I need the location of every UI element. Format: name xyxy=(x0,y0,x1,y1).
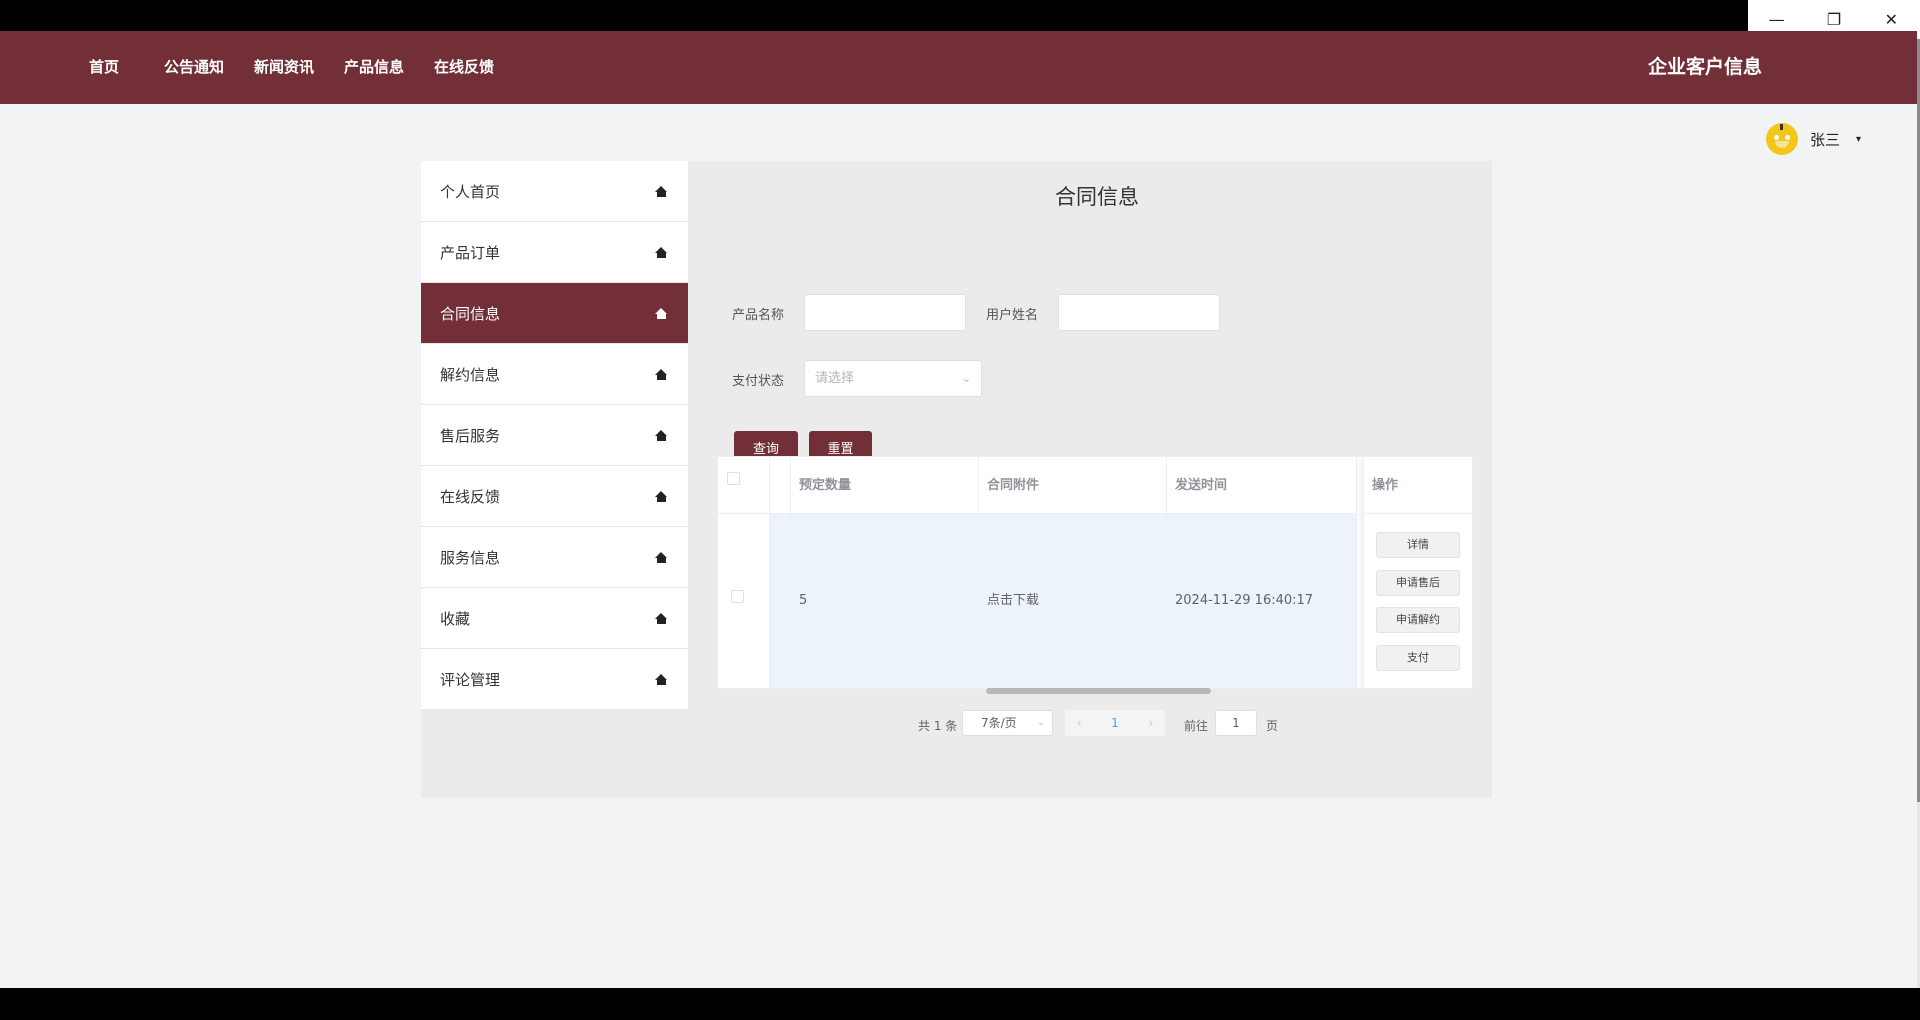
home-icon xyxy=(655,429,668,441)
request-after-sales-button[interactable]: 申请售后 xyxy=(1376,570,1460,596)
attachment-download-link[interactable]: 点击下载 xyxy=(979,514,1167,688)
sidebar-item-label: 产品订单 xyxy=(440,243,501,262)
product-name-label: 产品名称 xyxy=(732,308,785,323)
chevron-down-icon[interactable]: ▾ xyxy=(1856,134,1861,145)
prev-page-button[interactable]: ‹ xyxy=(1065,710,1093,736)
page-number-1[interactable]: 1 xyxy=(1093,710,1137,736)
home-icon xyxy=(655,307,668,319)
column-header-actions: 操作 xyxy=(1364,457,1472,514)
sidebar-item-service-info[interactable]: 服务信息 xyxy=(421,527,688,588)
pay-status-placeholder: 请选择 xyxy=(815,371,855,386)
sidebar-item-label: 在线反馈 xyxy=(440,487,501,506)
pay-status-select[interactable]: 请选择 ⌄ xyxy=(804,360,982,397)
user-name: 张三 xyxy=(1810,130,1841,149)
home-icon xyxy=(655,185,668,197)
home-icon xyxy=(655,551,668,563)
pay-button[interactable]: 支付 xyxy=(1376,645,1460,671)
goto-label: 前往 xyxy=(1184,719,1209,733)
brand-title: 企业客户信息 xyxy=(1647,56,1762,78)
side-menu: 个人首页 产品订单 合同信息 解约信息 售后服务 在线反馈 服务信息 收藏 评论… xyxy=(421,161,688,710)
contract-table: 预定数量 合同附件 发送时间 5 点击下载 2024-11-29 16:40:1… xyxy=(717,456,1473,689)
top-navigation: 首页 公告通知 新闻资讯 产品信息 在线反馈 企业客户信息 xyxy=(0,31,1917,104)
user-menu[interactable]: 张三 ▾ xyxy=(1766,119,1861,159)
cell-quantity: 5 xyxy=(791,514,979,688)
sidebar-item-label: 售后服务 xyxy=(440,426,501,445)
sidebar-item-label: 合同信息 xyxy=(440,304,501,323)
sidebar-item-product-orders[interactable]: 产品订单 xyxy=(421,222,688,283)
sidebar-item-favorites[interactable]: 收藏 xyxy=(421,588,688,649)
select-all-checkbox[interactable] xyxy=(727,472,740,485)
page-size-select[interactable]: 7条/页 ⌄ xyxy=(962,710,1053,736)
column-header-quantity[interactable]: 预定数量 xyxy=(791,457,979,514)
sidebar-item-comments[interactable]: 评论管理 xyxy=(421,649,688,710)
page-title: 合同信息 xyxy=(1055,185,1139,209)
sidebar-item-contracts[interactable]: 合同信息 xyxy=(421,283,688,344)
window-titlebar xyxy=(0,0,1920,31)
nav-item-announcements[interactable]: 公告通知 xyxy=(164,31,224,104)
sidebar-item-profile-home[interactable]: 个人首页 xyxy=(421,161,688,222)
row-spacer-cell xyxy=(770,514,791,688)
chevron-down-icon: ⌄ xyxy=(961,372,971,385)
table-horizontal-scrollbar[interactable] xyxy=(986,688,1211,694)
main-panel: 个人首页 产品订单 合同信息 解约信息 售后服务 在线反馈 服务信息 收藏 评论… xyxy=(421,161,1492,798)
pay-status-label: 支付状态 xyxy=(732,374,785,389)
user-name-input[interactable] xyxy=(1058,294,1220,331)
details-button[interactable]: 详情 xyxy=(1376,532,1460,558)
page-size-value: 7条/页 xyxy=(981,716,1017,730)
next-page-button[interactable]: › xyxy=(1137,710,1165,736)
sidebar-item-label: 收藏 xyxy=(440,609,471,628)
request-termination-button[interactable]: 申请解约 xyxy=(1376,607,1460,633)
sidebar-item-label: 服务信息 xyxy=(440,548,501,567)
avatar xyxy=(1766,123,1798,155)
nav-item-news[interactable]: 新闻资讯 xyxy=(254,31,314,104)
table-header-spacer xyxy=(770,457,791,514)
column-header-send-time[interactable]: 发送时间 xyxy=(1167,457,1357,514)
sidebar-item-terminations[interactable]: 解约信息 xyxy=(421,344,688,405)
user-name-label: 用户姓名 xyxy=(986,308,1039,323)
nav-item-feedback[interactable]: 在线反馈 xyxy=(434,31,494,104)
column-header-attachment[interactable]: 合同附件 xyxy=(979,457,1167,514)
home-icon xyxy=(655,673,668,685)
row-checkbox[interactable] xyxy=(731,590,744,603)
cell-send-time: 2024-11-29 16:40:17 xyxy=(1167,514,1357,688)
home-icon xyxy=(655,612,668,624)
nav-item-home[interactable]: 首页 xyxy=(89,31,119,104)
home-icon xyxy=(655,368,668,380)
page-suffix: 页 xyxy=(1266,719,1279,733)
home-icon xyxy=(655,490,668,502)
goto-page-input[interactable]: 1 xyxy=(1215,710,1257,736)
product-name-input[interactable] xyxy=(804,294,966,331)
row-select-cell xyxy=(718,514,770,688)
pagination-total: 共 1 条 xyxy=(918,719,958,733)
sidebar-item-after-sales[interactable]: 售后服务 xyxy=(421,405,688,466)
home-icon xyxy=(655,246,668,258)
nav-item-products[interactable]: 产品信息 xyxy=(344,31,404,104)
sidebar-item-label: 解约信息 xyxy=(440,365,501,384)
sidebar-item-label: 评论管理 xyxy=(440,670,501,689)
select-all-header xyxy=(718,457,770,514)
sidebar-item-feedback[interactable]: 在线反馈 xyxy=(421,466,688,527)
chevron-down-icon: ⌄ xyxy=(1036,717,1045,728)
browser-viewport: 首页 公告通知 新闻资讯 产品信息 在线反馈 企业客户信息 张三 ▾ 个人首页 … xyxy=(0,31,1917,988)
taskbar xyxy=(0,988,1920,1020)
actions-column: 操作 详情 申请售后 申请解约 支付 xyxy=(1364,457,1472,688)
sidebar-item-label: 个人首页 xyxy=(440,182,501,201)
